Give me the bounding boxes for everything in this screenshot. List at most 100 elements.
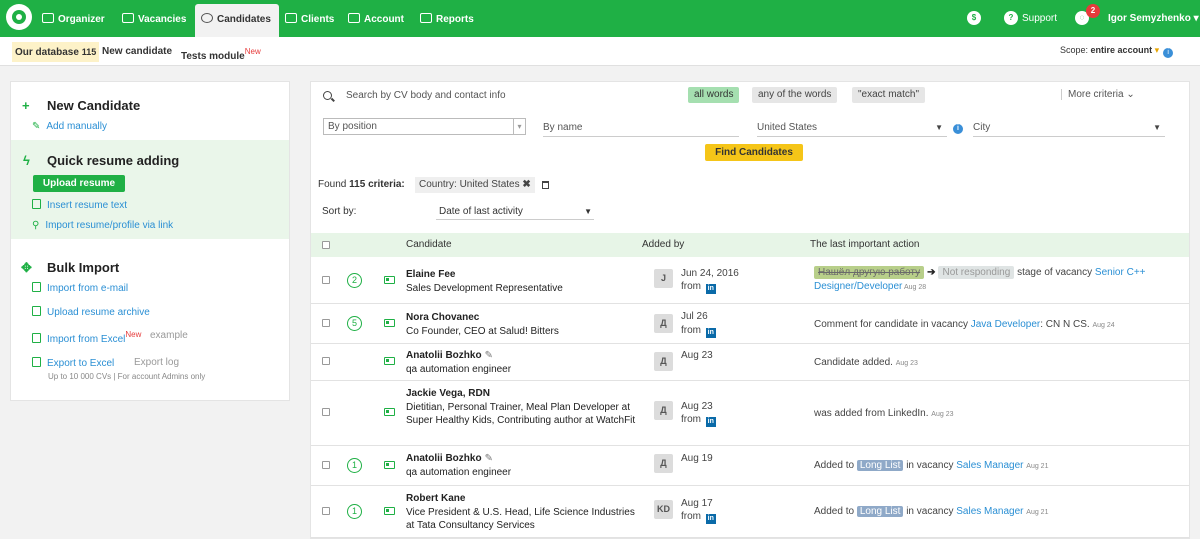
contact-card-icon[interactable] <box>384 408 395 416</box>
contact-card-icon[interactable] <box>384 276 395 284</box>
vacancy-link[interactable]: Sales Manager <box>956 506 1023 517</box>
vacancy-count-badge[interactable]: 2 <box>347 273 362 288</box>
table-row[interactable]: 5 Nora Chovanec Co Founder, CEO at Salud… <box>311 304 1189 344</box>
contact-card-icon[interactable] <box>384 319 395 327</box>
name-input[interactable]: By name <box>543 120 739 137</box>
info-icon[interactable]: i <box>953 124 963 134</box>
row-checkbox[interactable] <box>322 276 330 284</box>
contact-card-icon[interactable] <box>384 461 395 469</box>
search-icon <box>323 91 332 100</box>
row-checkbox[interactable] <box>322 461 330 469</box>
vacancy-count-badge[interactable]: 1 <box>347 458 362 473</box>
upload-resume-button[interactable]: Upload resume <box>33 175 125 192</box>
source-from: from in <box>681 414 716 427</box>
header-added-by[interactable]: Added by <box>642 239 684 250</box>
table-row[interactable]: 2 Elaine Fee Sales Development Represent… <box>311 257 1189 304</box>
row-checkbox[interactable] <box>322 408 330 416</box>
position-select[interactable]: By position ▾ <box>323 118 526 135</box>
table-row[interactable]: 1 Anatolii Bozhko ✎ qa automation enginee… <box>311 446 1189 486</box>
search-input[interactable]: Search by CV body and contact info <box>346 90 506 101</box>
mode-any-words[interactable]: any of the words <box>752 87 838 103</box>
more-criteria-toggle[interactable]: More criteria ⌄ <box>1061 89 1135 100</box>
database-count: 115 <box>81 47 97 57</box>
mode-exact-match[interactable]: "exact match" <box>852 87 926 103</box>
import-excel-link[interactable]: Import from ExcelNew <box>32 330 141 345</box>
vacancy-link[interactable]: Java Developer <box>971 319 1040 330</box>
last-action: Candidate added. Aug 23 <box>814 357 918 368</box>
candidate-name[interactable]: Anatolii Bozhko ✎ <box>406 350 493 361</box>
candidate-name[interactable]: Nora Chovanec <box>406 312 479 323</box>
table-row[interactable]: Anatolii Bozhko ✎ qa automation engineer … <box>311 344 1189 381</box>
linkedin-icon[interactable]: in <box>705 514 716 524</box>
nav-reports[interactable]: Reports <box>414 4 482 37</box>
header-candidate[interactable]: Candidate <box>406 239 452 250</box>
example-link[interactable]: example <box>150 330 188 341</box>
contact-card-icon[interactable] <box>384 357 395 365</box>
quick-resume-title: Quick resume adding <box>47 153 180 168</box>
linkedin-icon[interactable]: in <box>705 284 716 294</box>
candidate-name[interactable]: Elaine Fee <box>406 269 455 280</box>
action-date: Aug 23 <box>931 411 954 418</box>
billing-button[interactable]: $ <box>967 0 985 37</box>
header-last-action[interactable]: The last important action <box>810 239 920 250</box>
row-checkbox[interactable] <box>322 319 330 327</box>
sort-select[interactable]: Date of last activity ▼ <box>436 204 594 220</box>
nav-clients[interactable]: Clients <box>279 4 342 37</box>
mode-all-words[interactable]: all words <box>688 87 740 103</box>
app-logo-icon[interactable] <box>6 4 32 30</box>
chevron-down-icon: ▼ <box>935 123 943 132</box>
city-select[interactable]: City ▼ <box>973 120 1165 137</box>
candidate-name[interactable]: Anatolii Bozhko ✎ <box>406 453 493 464</box>
remove-criteria-icon[interactable]: ✖ <box>522 179 530 190</box>
info-icon[interactable]: i <box>1163 48 1174 58</box>
export-log-link[interactable]: Export log <box>134 357 179 368</box>
vacancy-link[interactable]: Sales Manager <box>956 460 1023 471</box>
linkedin-icon[interactable]: in <box>705 328 716 338</box>
user-menu[interactable]: Igor Semyzhenko ▾ <box>1108 0 1199 37</box>
linkedin-icon[interactable]: in <box>705 417 716 427</box>
chevron-down-icon: ⌄ <box>1126 89 1135 100</box>
nav-candidates[interactable]: Candidates <box>195 4 279 37</box>
action-date: Aug 21 <box>1026 463 1049 470</box>
trash-icon[interactable] <box>542 181 549 189</box>
candidate-name[interactable]: Jackie Vega, RDN <box>406 388 490 399</box>
avatar: Д <box>654 454 673 473</box>
upload-archive-link[interactable]: Upload resume archive <box>32 306 150 318</box>
import-email-link[interactable]: Import from e-mail <box>32 282 128 294</box>
support-button[interactable]: ? Support <box>1004 0 1057 37</box>
vacancy-count-badge[interactable]: 5 <box>347 316 362 331</box>
nav-account[interactable]: Account <box>342 4 412 37</box>
excel-icon <box>32 333 41 343</box>
vacancies-icon <box>122 13 134 23</box>
select-all-checkbox[interactable] <box>322 241 330 249</box>
export-excel-link[interactable]: Export to Excel <box>32 357 114 369</box>
row-checkbox[interactable] <box>322 507 330 515</box>
find-candidates-button[interactable]: Find Candidates <box>705 144 803 161</box>
new-badge: New <box>244 47 261 56</box>
source-from: from in <box>681 325 716 338</box>
left-panel: + New Candidate ✎ Add manually ϟ Quick re… <box>10 81 290 401</box>
row-checkbox[interactable] <box>322 357 330 365</box>
nav-vacancies[interactable]: Vacancies <box>116 4 194 37</box>
archive-icon <box>32 306 41 316</box>
action-date: Aug 28 <box>903 284 927 291</box>
add-manually-link[interactable]: ✎ Add manually <box>32 121 107 132</box>
candidate-name[interactable]: Robert Kane <box>406 493 465 504</box>
tab-our-database[interactable]: Our database 115 <box>12 42 100 62</box>
tab-tests-module[interactable]: Tests moduleNew <box>178 42 264 62</box>
candidate-position: Sales Development Representative <box>406 283 563 294</box>
scope-selector[interactable]: Scope: entire account ▾ i <box>1060 45 1174 58</box>
contact-card-icon[interactable] <box>384 507 395 515</box>
table-row[interactable]: Jackie Vega, RDN Dietitian, Personal Tra… <box>311 381 1189 446</box>
list-tag[interactable]: Long List <box>856 460 904 471</box>
import-via-link[interactable]: ⚲ Import resume/profile via link <box>32 220 173 231</box>
tab-new-candidate[interactable]: New candidate <box>99 42 175 62</box>
insert-resume-text-link[interactable]: Insert resume text <box>32 199 127 211</box>
nav-organizer[interactable]: Organizer <box>36 4 113 37</box>
last-action: Added to Long List in vacancy Sales Mana… <box>814 460 1049 471</box>
table-row[interactable]: 1 Robert Kane Vice President & U.S. Head… <box>311 486 1189 538</box>
email-icon <box>32 282 41 292</box>
vacancy-count-badge[interactable]: 1 <box>347 504 362 519</box>
list-tag[interactable]: Long List <box>856 506 904 517</box>
country-select[interactable]: United States ▼ <box>757 120 947 137</box>
